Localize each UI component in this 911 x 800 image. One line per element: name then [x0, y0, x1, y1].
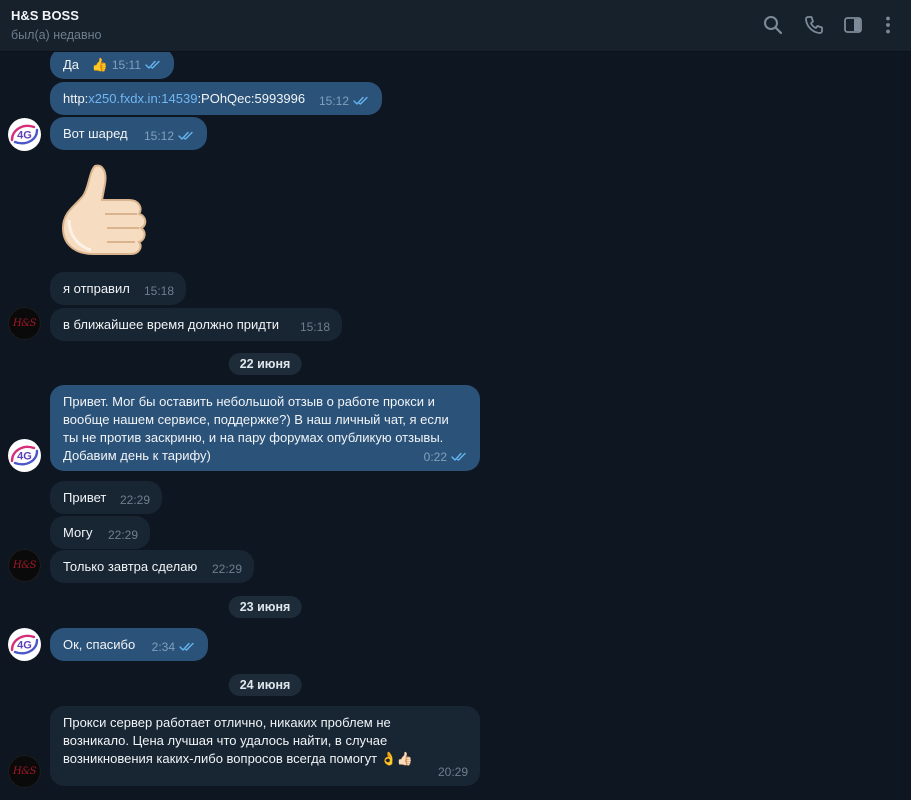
- message-bubble[interactable]: Привет 22:29: [50, 481, 162, 514]
- message-text: в ближайшее время должно придти: [63, 317, 280, 332]
- message-time: 15:18: [299, 320, 330, 334]
- message-time: 15:12: [143, 129, 174, 143]
- chat-header[interactable]: H&S BOSS был(а) недавно: [0, 0, 911, 52]
- double-check-icon: [451, 452, 468, 462]
- avatar-logo: H&S: [13, 766, 36, 777]
- message-time: 15:11: [111, 58, 141, 72]
- more-icon[interactable]: [877, 14, 899, 36]
- message-time: 22:29: [119, 493, 150, 507]
- message-text: Привет: [63, 490, 107, 505]
- message-time: 22:29: [107, 528, 138, 542]
- avatar[interactable]: H&S: [8, 755, 41, 788]
- message-text: Ок, спасибо: [63, 637, 136, 652]
- link-suffix: :POhQec:5993996: [197, 91, 306, 106]
- message-text: Только завтра сделаю: [63, 559, 198, 574]
- message-time: 0:22: [423, 450, 447, 464]
- message-bubble[interactable]: Могу 22:29: [50, 516, 150, 549]
- message-bubble[interactable]: в ближайшее время должно придти 15:18: [50, 308, 342, 341]
- message-link[interactable]: x250.fxdx.in:14539: [88, 91, 197, 106]
- thumbs-up-emoji: 👍: [91, 57, 108, 72]
- message-time: 22:29: [211, 562, 242, 576]
- link-prefix: http:: [63, 91, 89, 106]
- thumbs-up-sticker[interactable]: [55, 162, 155, 262]
- message-time: 15:12: [318, 94, 349, 108]
- avatar[interactable]: H&S: [8, 549, 41, 582]
- message-bubble[interactable]: Только завтра сделаю 22:29: [50, 550, 254, 583]
- chat-title[interactable]: H&S BOSS: [11, 8, 79, 23]
- sidebar-icon[interactable]: [842, 14, 864, 36]
- message-text: Могу: [63, 525, 93, 540]
- message-text: http:x250.fxdx.in:14539:POhQec:5993996: [63, 91, 305, 106]
- message-list[interactable]: Да 👍 15:11 http:x250.fxdx.in:14539:POhQe…: [0, 52, 911, 800]
- message-body: Прокси сервер работает отлично, никаких …: [63, 715, 391, 766]
- ok-hand-emoji: 👌👍🏻: [380, 751, 414, 766]
- double-check-icon: [145, 60, 162, 70]
- chat-status: был(а) недавно: [11, 28, 102, 42]
- search-icon[interactable]: [762, 14, 784, 36]
- avatar-logo: H&S: [13, 560, 36, 571]
- message-bubble[interactable]: Привет. Мог бы оставить небольшой отзыв …: [50, 385, 480, 471]
- message-text: Прокси сервер работает отлично, никаких …: [63, 715, 413, 766]
- avatar[interactable]: 4G: [8, 118, 41, 151]
- message-text: Вот шаред: [63, 126, 128, 141]
- message-bubble[interactable]: я отправил 15:18: [50, 272, 186, 305]
- message-time: 20:29: [437, 765, 468, 779]
- avatar[interactable]: H&S: [8, 307, 41, 340]
- svg-text:4G: 4G: [17, 130, 32, 142]
- date-separator: 24 июня: [228, 674, 302, 696]
- message-bubble[interactable]: http:x250.fxdx.in:14539:POhQec:5993996 1…: [50, 82, 382, 115]
- double-check-icon: [178, 131, 195, 141]
- avatar-logo: H&S: [13, 318, 36, 329]
- date-separator: 23 июня: [228, 596, 302, 618]
- svg-text:4G: 4G: [17, 640, 32, 652]
- 4g-logo-icon: 4G: [10, 634, 39, 655]
- message-bubble[interactable]: Да 👍 15:11: [50, 52, 174, 79]
- phone-icon[interactable]: [803, 14, 825, 36]
- message-bubble[interactable]: Ок, спасибо 2:34: [50, 628, 208, 661]
- message-time: 15:18: [143, 284, 174, 298]
- avatar[interactable]: 4G: [8, 628, 41, 661]
- double-check-icon: [179, 642, 196, 652]
- 4g-logo-icon: 4G: [10, 445, 39, 466]
- message-time: 2:34: [151, 640, 175, 654]
- svg-text:4G: 4G: [17, 451, 32, 463]
- message-text: я отправил: [63, 281, 130, 296]
- message-text: Да: [63, 57, 80, 72]
- message-bubble[interactable]: Прокси сервер работает отлично, никаких …: [50, 706, 480, 786]
- message-text: Привет. Мог бы оставить небольшой отзыв …: [63, 394, 449, 463]
- 4g-logo-icon: 4G: [10, 124, 39, 145]
- avatar[interactable]: 4G: [8, 439, 41, 472]
- message-bubble[interactable]: Вот шаред 15:12: [50, 117, 207, 150]
- date-separator: 22 июня: [228, 353, 302, 375]
- double-check-icon: [353, 96, 370, 106]
